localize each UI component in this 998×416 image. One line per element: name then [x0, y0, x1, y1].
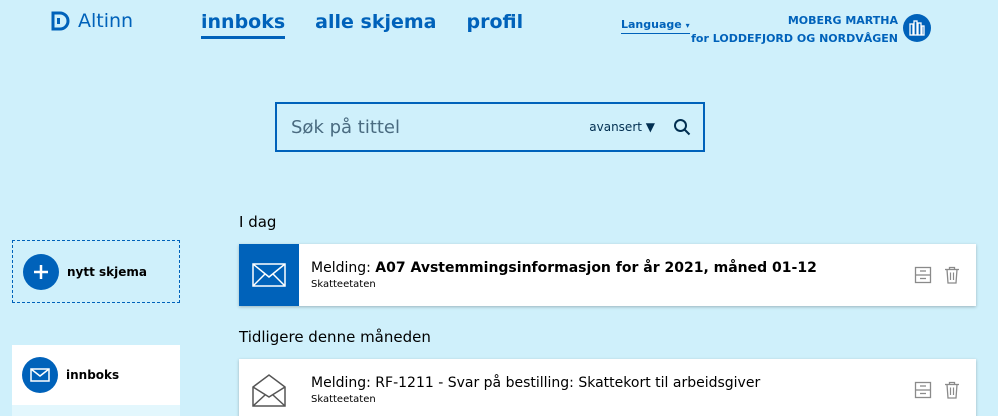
- archive-button[interactable]: [914, 381, 932, 399]
- new-form-label: nytt skjema: [67, 264, 147, 279]
- read-envelope-icon: [239, 359, 299, 416]
- archive-button[interactable]: [914, 266, 932, 284]
- delete-button[interactable]: [944, 266, 960, 284]
- search-icon: [674, 119, 691, 136]
- user-name: MOBERG MARTHA: [787, 14, 898, 27]
- search-box: avansert ▼: [275, 102, 705, 152]
- altinn-logo[interactable]: Altinn: [50, 10, 133, 32]
- message-subject: A07 Avstemmingsinformasjon for år 2021, …: [375, 260, 817, 276]
- new-form-button[interactable]: nytt skjema: [12, 240, 180, 303]
- search-input[interactable]: [291, 116, 590, 138]
- sidebar-item-next: [12, 405, 180, 416]
- trash-icon: [945, 381, 959, 399]
- envelope-icon: [22, 357, 58, 393]
- message-title: Melding: A07 Avstemmingsinformasjon for …: [311, 260, 914, 276]
- trash-icon: [945, 266, 959, 284]
- plus-icon: [23, 253, 59, 290]
- nav-alle-skjema[interactable]: alle skjema: [315, 11, 436, 39]
- nav-profil[interactable]: profil: [466, 11, 523, 39]
- sidebar-item-innboks[interactable]: innboks: [12, 345, 180, 405]
- delete-button[interactable]: [944, 381, 960, 399]
- archive-icon: [914, 381, 932, 399]
- advanced-search-toggle[interactable]: avansert ▼: [589, 120, 655, 134]
- altinn-logo-icon: [51, 11, 70, 31]
- message-prefix: Melding:: [311, 375, 376, 391]
- language-label: Language: [621, 18, 682, 31]
- search-button[interactable]: [673, 118, 691, 136]
- logo-text: Altinn: [78, 10, 134, 32]
- sidebar-item-label: innboks: [66, 368, 120, 382]
- message-subject: RF-1211 - Svar på bestilling: Skattekort…: [375, 375, 761, 391]
- user-org: for LODDEFJORD OG NORDVÅGEN: [691, 32, 898, 45]
- language-selector[interactable]: Language ▾: [621, 18, 690, 34]
- message-row[interactable]: Melding: RF-1211 - Svar på bestilling: S…: [239, 359, 976, 416]
- organization-icon[interactable]: [903, 14, 931, 42]
- user-info[interactable]: MOBERG MARTHA for LODDEFJORD OG NORDVÅGE…: [691, 12, 898, 48]
- unread-envelope-icon: [239, 244, 299, 306]
- section-title-today: I dag: [239, 213, 277, 231]
- archive-icon: [914, 266, 932, 284]
- message-row[interactable]: Melding: A07 Avstemmingsinformasjon for …: [239, 244, 976, 306]
- message-prefix: Melding:: [311, 260, 376, 276]
- nav-innboks[interactable]: innboks: [201, 11, 286, 39]
- section-title-earlier: Tidligere denne måneden: [239, 328, 431, 346]
- caret-down-icon: ▾: [685, 21, 690, 30]
- message-sender: Skatteetaten: [311, 394, 376, 405]
- message-sender: Skatteetaten: [311, 279, 376, 290]
- message-title: Melding: RF-1211 - Svar på bestilling: S…: [311, 375, 914, 391]
- main-nav: innboks alle skjema profil: [201, 11, 523, 39]
